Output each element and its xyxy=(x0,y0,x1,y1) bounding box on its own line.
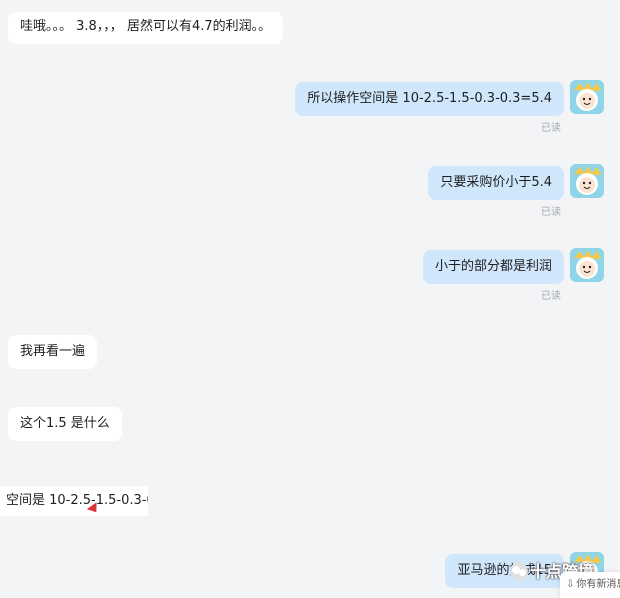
avatar[interactable] xyxy=(570,164,604,198)
new-message-toast[interactable]: ⇩你有新消息 xyxy=(560,572,620,598)
avatar-image xyxy=(570,80,604,114)
message-bubble-incoming[interactable]: 我再看一遍 xyxy=(8,335,98,369)
new-message-label: 你有新消息 xyxy=(576,579,620,590)
message-bubble-outgoing[interactable]: 小于的部分都是利润 xyxy=(422,250,564,284)
avatar-image xyxy=(570,164,604,198)
read-status: 已读 xyxy=(541,207,561,218)
avatar[interactable] xyxy=(570,248,604,282)
message-bubble-outgoing[interactable]: 所以操作空间是 10-2.5-1.5-0.3-0.3=5.4 xyxy=(295,82,564,116)
read-status: 已读 xyxy=(541,291,561,302)
avatar-image xyxy=(570,248,604,282)
wechat-icon xyxy=(510,562,528,580)
message-bubble-incoming[interactable]: 哇哦。。。 3.8，，， 居然可以有4.7的利润。。 xyxy=(8,12,284,44)
message-bubble-incoming[interactable]: 这个1.5 是什么 xyxy=(8,407,122,441)
avatar[interactable] xyxy=(570,80,604,114)
read-status: 已读 xyxy=(541,123,561,134)
message-bubble-outgoing[interactable]: 只要采购价小于5.4 xyxy=(428,166,564,200)
arrow-down-icon: ⇩ xyxy=(566,579,575,590)
quoted-snippet: 空间是 10-2.5-1.5-0.3-0.3 xyxy=(0,486,148,516)
